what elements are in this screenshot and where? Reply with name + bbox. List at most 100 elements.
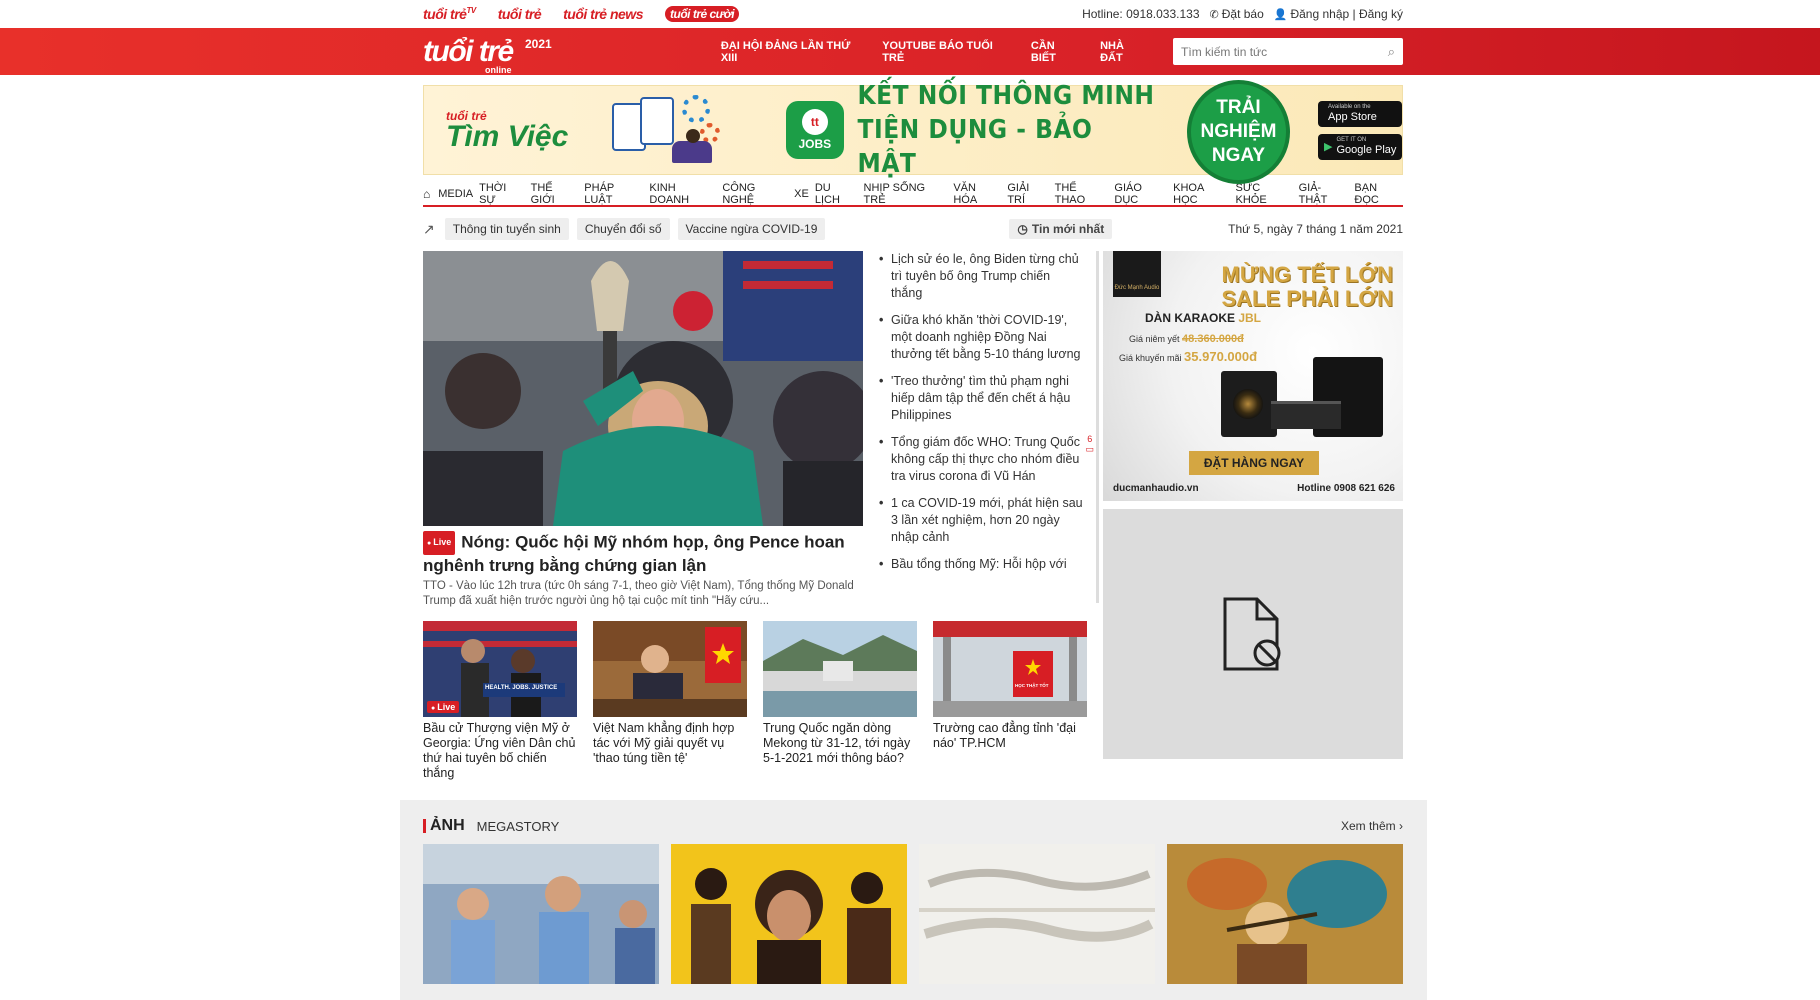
site-logo[interactable]: tuổi trẻ 2021 online: [423, 35, 576, 75]
nav-dai-hoi-dang[interactable]: ĐẠI HỘI ĐẢNG LẦN THỨ XIII: [721, 40, 862, 64]
phone-icon: ✆: [1209, 9, 1219, 21]
thumb-article[interactable]: Việt Nam khẳng định hợp tác với Mỹ giải …: [593, 621, 747, 781]
subwoofer-image: [1221, 371, 1277, 437]
side-news-item[interactable]: Tổng giám đốc WHO: Trung Quốc không cấp …: [879, 434, 1094, 485]
thumb-image[interactable]: [763, 621, 917, 717]
top-story-block: LiveNóng: Quốc hội Mỹ nhóm họp, ông Penc…: [423, 251, 1103, 609]
cat-khoa-hoc[interactable]: KHOA HỌC: [1173, 182, 1229, 206]
side-news-item[interactable]: Giữa khó khăn 'thời COVID-19', một doanh…: [879, 312, 1084, 363]
cat-phap-luat[interactable]: PHÁP LUẬT: [584, 182, 643, 206]
cat-du-lich[interactable]: DU LỊCH: [815, 182, 858, 206]
cat-gia-that[interactable]: GIẢ-THẬT: [1299, 182, 1349, 206]
audio-brand-logo: Đức Mạnh Audio: [1113, 251, 1161, 297]
brand-cuoi[interactable]: tuổi trẻ cười: [665, 6, 740, 22]
search-input[interactable]: [1181, 44, 1388, 59]
photo-card[interactable]: [423, 844, 659, 984]
thumb-article[interactable]: HỌC THẬT TỐT Trường cao đẳng tỉnh 'đại n…: [933, 621, 1087, 781]
trending-tags-row: ↗ Thông tin tuyển sinh Chuyển đổi số Vac…: [423, 209, 1403, 249]
thumb-title[interactable]: Bầu cử Thượng viện Mỹ ở Georgia: Ứng viê…: [423, 721, 577, 781]
tag-tuyen-sinh[interactable]: Thông tin tuyển sinh: [444, 218, 569, 240]
nav-youtube[interactable]: YOUTUBE BÁO TUỔI TRẺ: [882, 40, 1011, 64]
side-news-list: Lịch sử éo le, ông Biden từng chủ trì tu…: [879, 251, 1099, 603]
cat-van-hoa[interactable]: VĂN HÓA: [953, 182, 1001, 206]
try-now-button[interactable]: TRẢI NGHIỆM NGAY: [1186, 80, 1290, 184]
hero-title[interactable]: LiveNóng: Quốc hội Mỹ nhóm họp, ông Penc…: [423, 531, 863, 576]
side-news-item[interactable]: 1 ca COVID-19 mới, phát hiện sau 3 lần x…: [879, 495, 1084, 546]
home-icon[interactable]: ⌂: [423, 187, 430, 201]
login-link[interactable]: 👤 Đăng nhập | Đăng ký: [1274, 7, 1403, 21]
photo-row: [423, 844, 1403, 984]
thumb-image[interactable]: [593, 621, 747, 717]
ad-product: DÀN KARAOKE JBL: [1145, 311, 1262, 325]
side-news-item[interactable]: Lịch sử éo le, ông Biden từng chủ trì tu…: [879, 251, 1084, 302]
marathon-photo: [423, 844, 659, 984]
tag-chuyen-doi-so[interactable]: Chuyển đổi số: [576, 218, 670, 240]
live-badge: Live: [427, 701, 460, 713]
brand-tuoitre-cuoi[interactable]: tuổi trẻ: [498, 6, 542, 22]
left-column: LiveNóng: Quốc hội Mỹ nhóm họp, ông Penc…: [423, 251, 1103, 781]
user-icon: 👤: [1273, 9, 1288, 21]
promo-price: Giá khuyến mãi 35.970.000đ: [1119, 349, 1258, 364]
section-accent: [423, 819, 426, 833]
app-store-badge[interactable]: Available on the App Store: [1318, 100, 1402, 127]
photo-card[interactable]: [919, 844, 1155, 984]
thumb-image[interactable]: HEALTH. JOBS. JUSTICE Live: [423, 621, 577, 717]
mekong-dam-photo: [763, 621, 917, 717]
right-column: Đức Mạnh Audio MỪNG TẾT LỚN SALE PHẢI LỚN…: [1103, 251, 1403, 781]
brand-tuoitre-tv[interactable]: tuổi trẻTV: [423, 6, 476, 22]
order-now-button[interactable]: ĐẶT HÀNG NGAY: [1189, 451, 1319, 475]
cat-media[interactable]: MEDIA: [438, 188, 473, 200]
hotline[interactable]: Hotline: 0918.033.133: [1082, 7, 1199, 21]
cat-the-gioi[interactable]: THẾ GIỚI: [531, 182, 579, 206]
side-news-item[interactable]: 'Treo thưởng' tìm thủ phạm nghi hiếp dâm…: [879, 373, 1084, 424]
photo-section: ẢNH MEGASTORY Xem thêm ›: [400, 800, 1427, 1000]
capitol-protest-photo: [423, 251, 863, 526]
cat-nhip-song-tre[interactable]: NHỊP SỐNG TRẺ: [864, 182, 948, 206]
see-more-link[interactable]: Xem thêm ›: [1341, 819, 1403, 833]
megastory-link[interactable]: MEGASTORY: [477, 819, 560, 834]
nav-can-biet[interactable]: CẦN BIẾT: [1031, 40, 1080, 64]
cat-ban-doc[interactable]: BẠN ĐỌC: [1354, 182, 1403, 206]
cat-xe[interactable]: XE: [794, 188, 809, 200]
top-brand-bar: tuổi trẻTV tuổi trẻ tuổi trẻ news tuổi t…: [0, 0, 1820, 28]
nav-nha-dat[interactable]: NHÀ ĐẤT: [1100, 40, 1147, 64]
main-content: LiveNóng: Quốc hội Mỹ nhóm họp, ông Penc…: [423, 251, 1403, 781]
tag-vaccine[interactable]: Vaccine ngừa COVID-19: [677, 218, 826, 240]
cat-giai-tri[interactable]: GIẢI TRÍ: [1007, 182, 1048, 206]
cat-suc-khoe[interactable]: SỨC KHỎE: [1235, 182, 1292, 206]
hero-image[interactable]: [423, 251, 863, 526]
banner-slogan: KẾT NỐI THÔNG MINH TIỆN DỤNG - BẢO MẬT: [857, 81, 1155, 179]
college-sign: HỌC THẬT TỐT: [1015, 683, 1049, 688]
audio-sale-ad[interactable]: Đức Mạnh Audio MỪNG TẾT LỚN SALE PHẢI LỚN…: [1103, 251, 1403, 501]
ad-hotline: Hotline 0908 621 626: [1297, 483, 1395, 494]
listed-price: Giá niêm yết 48.360.000đ: [1129, 333, 1244, 345]
thumb-title[interactable]: Trường cao đẳng tỉnh 'đại náo' TP.HCM: [933, 721, 1087, 751]
photo-card[interactable]: [671, 844, 907, 984]
thumb-article[interactable]: HEALTH. JOBS. JUSTICE Live Bầu cử Thượng…: [423, 621, 577, 781]
cat-cong-nghe[interactable]: CÔNG NGHỆ: [722, 182, 788, 206]
photo-section-title[interactable]: ẢNH: [430, 817, 465, 835]
amplifier-image: [1271, 401, 1341, 429]
brand-tuoitre-news[interactable]: tuổi trẻ news: [563, 6, 643, 22]
search-icon[interactable]: ⌕: [1388, 44, 1395, 60]
cat-giao-duc[interactable]: GIÁO DỤC: [1114, 182, 1167, 206]
comment-count[interactable]: 6 ▭: [1085, 434, 1094, 454]
cat-thoi-su[interactable]: THỜI SỰ: [479, 182, 525, 206]
hero-article[interactable]: LiveNóng: Quốc hội Mỹ nhóm họp, ông Penc…: [423, 251, 863, 609]
thumb-title[interactable]: Việt Nam khẳng định hợp tác với Mỹ giải …: [593, 721, 747, 766]
subscribe-link[interactable]: ✆ Đặt báo: [1210, 7, 1264, 21]
cat-kinh-doanh[interactable]: KINH DOANH: [649, 182, 716, 206]
photo-card[interactable]: [1167, 844, 1403, 984]
google-play-badge[interactable]: ▶ GET IT ON Google Play: [1318, 133, 1402, 160]
store-badges: Available on the App Store ▶ GET IT ON Goo…: [1318, 100, 1402, 160]
thumb-article[interactable]: Trung Quốc ngăn dòng Mekong từ 31-12, tớ…: [763, 621, 917, 781]
side-news-item[interactable]: Bầu tổng thống Mỹ: Hỗi hộp với: [879, 556, 1084, 573]
jobs-banner-ad[interactable]: tuổi trẻ Tìm Việc tt JOBS KẾT NỐI THÔNG M…: [423, 80, 1403, 184]
ad-url: ducmanhaudio.vn: [1113, 483, 1199, 494]
category-nav: ⌂ MEDIA THỜI SỰ THẾ GIỚI PHÁP LUẬT KINH …: [423, 182, 1403, 207]
thumb-title[interactable]: Trung Quốc ngăn dòng Mekong từ 31-12, tớ…: [763, 721, 917, 766]
newest-news-button[interactable]: ◷ Tin mới nhất: [1009, 219, 1113, 239]
thumb-image[interactable]: HỌC THẬT TỐT: [933, 621, 1087, 717]
trending-icon: ↗: [423, 220, 435, 237]
cat-the-thao[interactable]: THỂ THAO: [1055, 182, 1109, 206]
